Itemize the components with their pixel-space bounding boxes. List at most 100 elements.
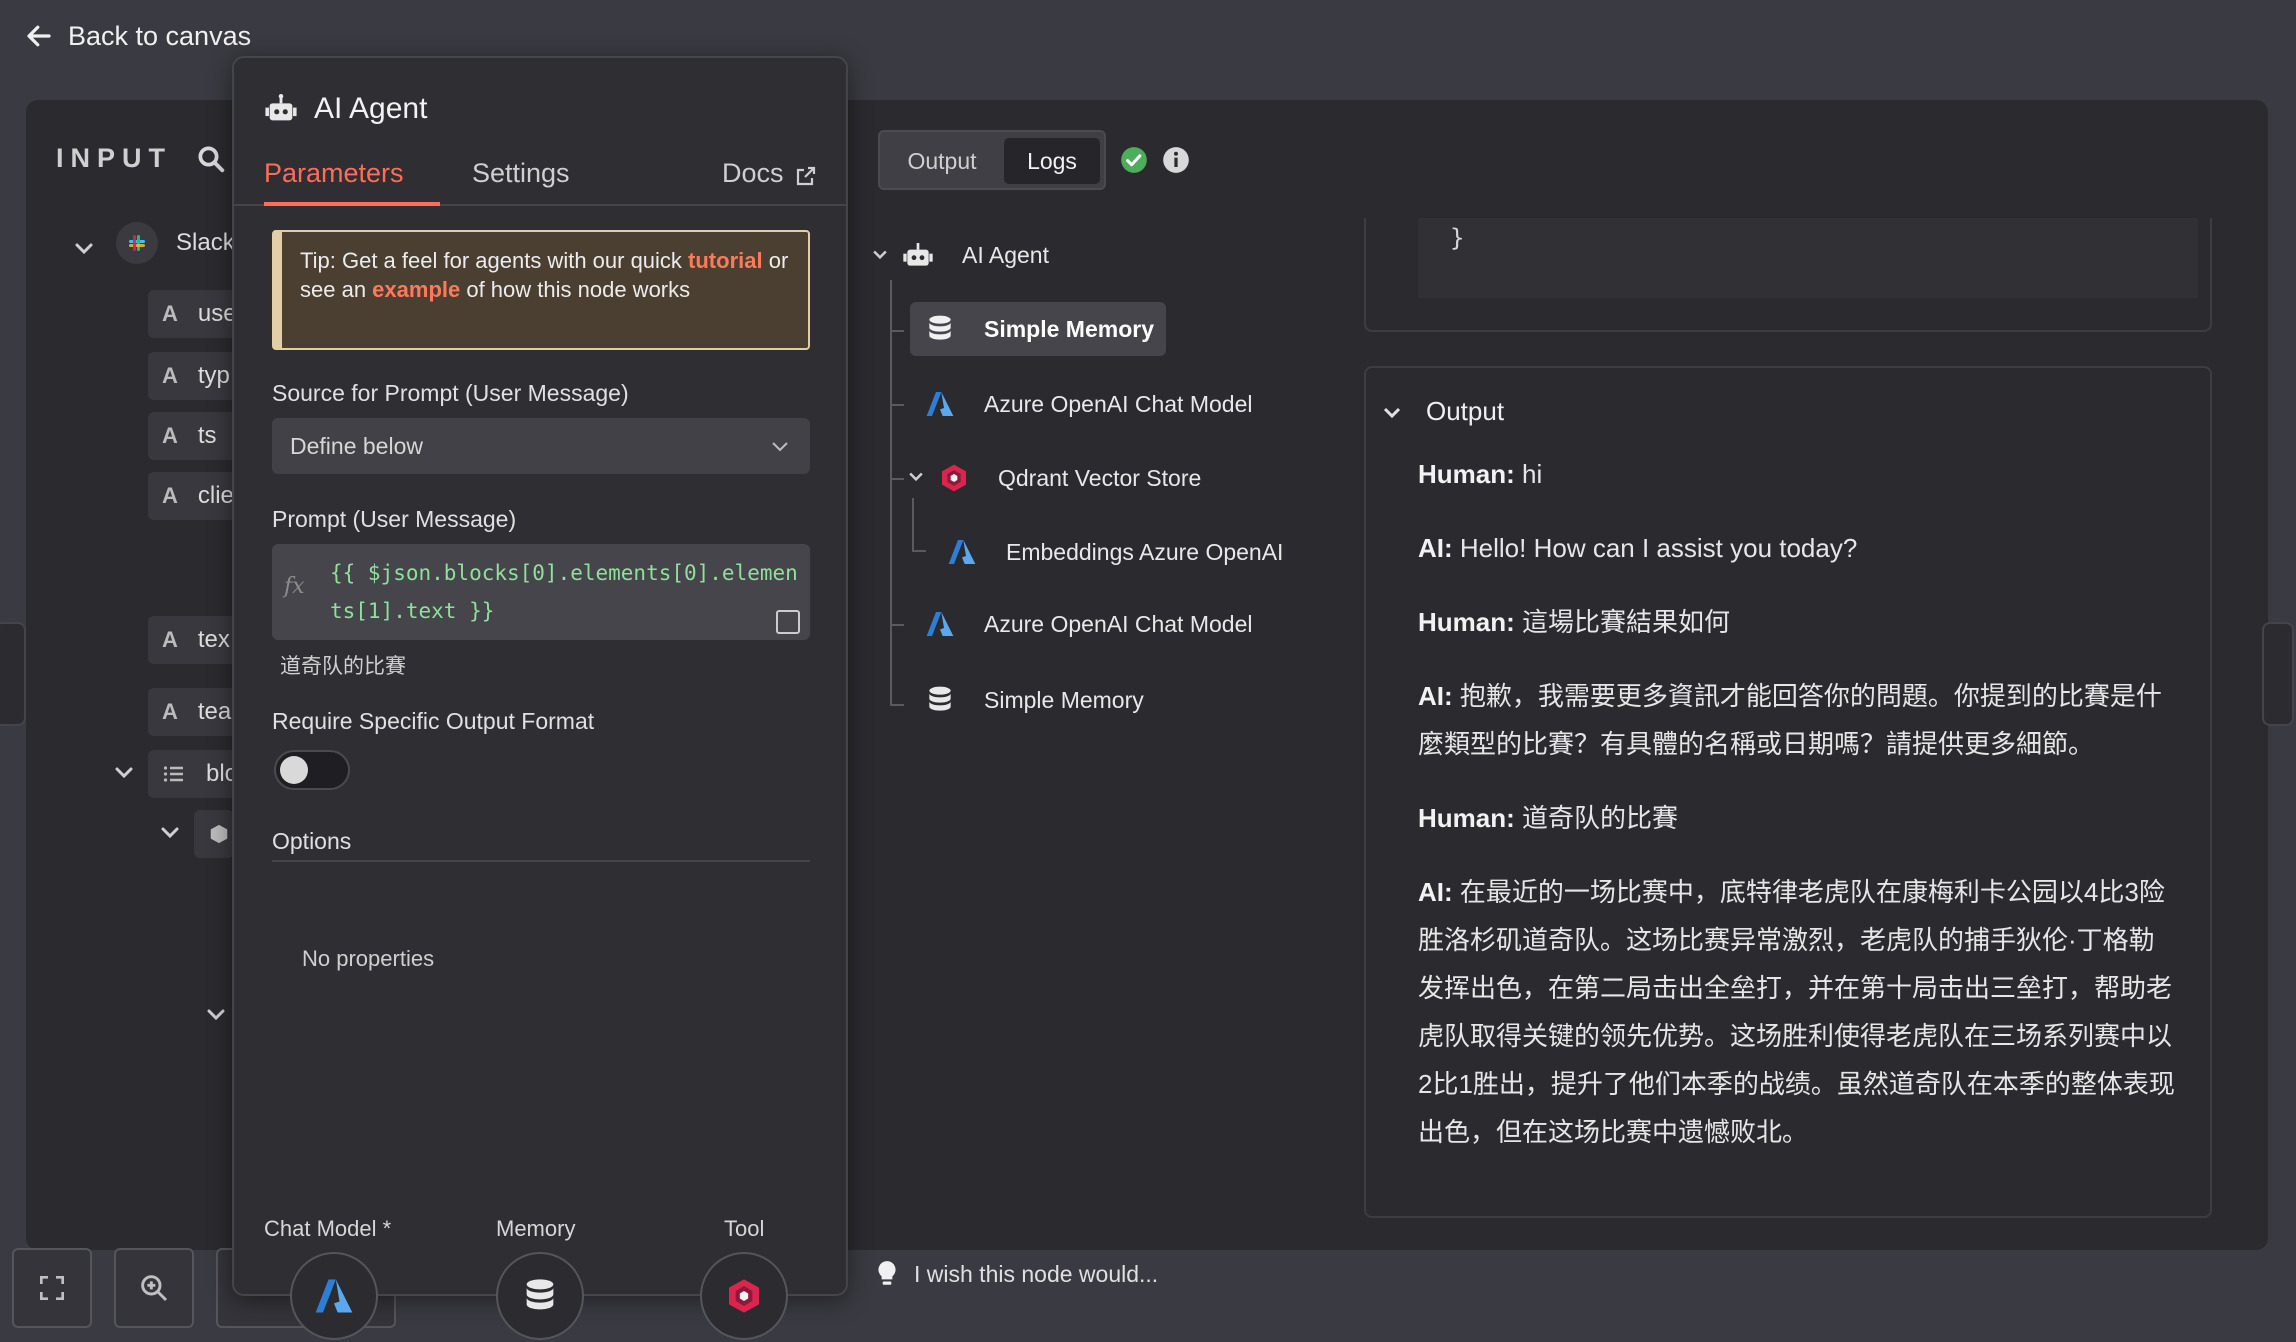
azure-icon [922, 606, 958, 642]
prompt-expression: {{ $json.blocks[0].elements[0].elements[… [330, 561, 798, 623]
message-role: Human: [1418, 803, 1515, 833]
example-link[interactable]: example [372, 277, 460, 302]
log-item-label: Simple Memory [984, 686, 1144, 713]
field-type-icon: A [162, 301, 178, 326]
log-item-label: Embeddings Azure OpenAI [1006, 538, 1284, 565]
drag-handle-right[interactable] [2262, 622, 2294, 726]
field-type-icon: A [162, 423, 178, 448]
arrow-left-icon [27, 25, 51, 47]
tab-docs[interactable]: Docs [722, 156, 818, 206]
require-format-toggle[interactable] [274, 750, 350, 790]
require-format-label: Require Specific Output Format [272, 708, 595, 734]
feedback-label: I wish this node would... [914, 1260, 1159, 1287]
lightbulb-icon [878, 1261, 896, 1285]
drag-handle-left[interactable] [0, 622, 26, 726]
tutorial-link[interactable]: tutorial [688, 248, 763, 273]
message-role: AI: [1418, 533, 1453, 563]
source-prompt-select[interactable]: Define below [272, 418, 810, 474]
chevron-down-icon[interactable] [906, 466, 926, 486]
chat-message: Human: 道奇队的比賽 [1418, 794, 2178, 842]
message-text: Hello! How can I assist you today? [1452, 533, 1858, 563]
log-item-simple-memory[interactable]: Simple Memory [922, 678, 1144, 722]
input-root-slack[interactable]: Slack [116, 222, 235, 264]
back-label: Back to canvas [68, 20, 252, 51]
list-icon [163, 766, 183, 782]
field-type-icon: A [162, 483, 178, 508]
field-name: ts [197, 422, 217, 449]
tool-node[interactable] [700, 1252, 788, 1340]
tree-line [912, 550, 926, 552]
tree-line [890, 280, 892, 704]
success-check-icon [1121, 147, 1147, 173]
tab-output[interactable]: Output [886, 138, 998, 184]
chevron-down-icon[interactable] [112, 760, 136, 784]
info-icon[interactable] [1162, 146, 1190, 174]
log-item-label: Azure OpenAI Chat Model [984, 610, 1253, 637]
qdrant-icon [936, 460, 972, 496]
memory-label: Memory [496, 1216, 576, 1241]
message-text: 這場比賽結果如何 [1514, 607, 1731, 637]
field-type-icon: A [162, 627, 178, 652]
log-item-azure-chat-model[interactable]: Azure OpenAI Chat Model [922, 602, 1252, 646]
divider [272, 860, 810, 862]
log-item-azure-chat-model[interactable]: Azure OpenAI Chat Model [922, 382, 1252, 426]
json-output-card: } [1364, 218, 2212, 332]
fit-view-button[interactable] [12, 1248, 92, 1328]
chevron-down-icon [772, 442, 788, 452]
parameters-panel: AI Agent Parameters Settings Docs Tip: G… [232, 56, 848, 1296]
field-name: tex [197, 626, 230, 653]
zoom-in-icon [141, 1275, 168, 1302]
options-label: Options [272, 828, 352, 854]
log-item-label: AI Agent [962, 241, 1049, 268]
chat-model-node[interactable] [290, 1252, 378, 1340]
node-title: AI Agent [314, 92, 428, 125]
feedback-link[interactable]: I wish this node would... [876, 1260, 1158, 1288]
parameter-tabs: Parameters Settings Docs [234, 156, 846, 206]
log-item-ai-agent[interactable]: AI Agent [900, 234, 1049, 276]
message-text: 在最近的一场比赛中，底特律老虎队在康梅利卡公园以4比3险胜洛杉矶道奇队。这场比赛… [1418, 877, 2175, 1147]
log-item-simple-memory[interactable]: Simple Memory [910, 302, 1166, 356]
chevron-down-icon [1383, 407, 1401, 418]
tab-settings[interactable]: Settings [472, 156, 570, 206]
chat-message: Human: hi [1418, 450, 2178, 498]
chevron-down-icon[interactable] [158, 820, 182, 844]
no-properties-text: No properties [302, 946, 435, 971]
tab-parameters[interactable]: Parameters [264, 156, 440, 206]
message-text: hi [1514, 459, 1543, 489]
field-type-icon: A [162, 699, 178, 724]
memory-node[interactable] [496, 1252, 584, 1340]
chevron-down-icon[interactable] [72, 236, 96, 260]
log-item-embeddings[interactable]: Embeddings Azure OpenAI [944, 530, 1283, 574]
zoom-in-button[interactable] [114, 1248, 194, 1328]
logs-tree: AI Agent Simple Memory Azure OpenAI Chat… [870, 220, 1340, 740]
message-text: 抱歉，我需要更多資訊才能回答你的問題。你提到的比賽是什麼類型的比賽？有具體的名稱… [1418, 681, 2162, 759]
prompt-expression-input[interactable]: fx {{ $json.blocks[0].elements[0].elemen… [272, 544, 810, 640]
output-logs-switch: Output Logs [878, 130, 1106, 190]
docs-label: Docs [722, 158, 784, 188]
database-icon [922, 311, 958, 347]
fullscreen-icon [40, 1276, 64, 1300]
output-section-header[interactable]: Output [1380, 396, 1504, 427]
robot-icon [265, 93, 297, 121]
database-icon [922, 682, 958, 718]
log-item-label: Qdrant Vector Store [998, 464, 1202, 491]
chevron-down-icon[interactable] [870, 244, 890, 264]
chevron-down-icon[interactable] [204, 1002, 228, 1026]
expand-editor-icon[interactable] [776, 610, 800, 634]
input-field-object[interactable] [194, 810, 234, 858]
field-name: typ [197, 362, 230, 389]
chat-model-label: Chat Model * [264, 1216, 392, 1241]
log-item-qdrant[interactable]: Qdrant Vector Store [936, 456, 1201, 500]
toggle-knob [280, 756, 308, 784]
qdrant-icon [729, 1279, 759, 1313]
slack-icon [116, 222, 158, 264]
tree-line [890, 330, 904, 332]
tab-logs[interactable]: Logs [1004, 138, 1100, 184]
prompt-label: Prompt (User Message) [272, 506, 517, 532]
json-block [1418, 218, 2198, 298]
message-text: 道奇队的比賽 [1514, 803, 1679, 833]
back-to-canvas-link[interactable]: Back to canvas [24, 14, 251, 58]
message-role: AI: [1418, 877, 1453, 907]
message-role: Human: [1418, 607, 1515, 637]
search-icon[interactable] [196, 144, 226, 174]
